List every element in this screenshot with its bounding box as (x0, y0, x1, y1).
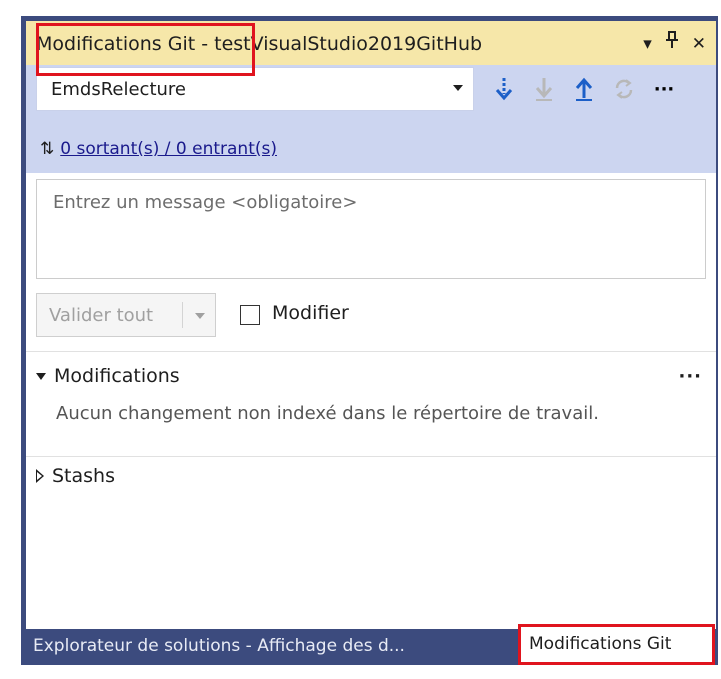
pull-icon[interactable] (530, 74, 558, 104)
section-divider (26, 456, 716, 457)
window-options-dropdown-icon[interactable]: ▾ (643, 32, 652, 56)
section-divider (26, 351, 716, 352)
stashes-section-header[interactable]: Stashs (36, 465, 115, 487)
sync-icon[interactable] (610, 74, 638, 104)
expand-triangle-icon (36, 469, 44, 483)
close-icon[interactable]: ✕ (692, 32, 706, 56)
split-divider (182, 302, 183, 328)
more-options-icon[interactable]: ··· (650, 74, 678, 104)
tool-window-title-bar: Modifications Git - testVisualStudio2019… (26, 21, 716, 65)
tab-git-changes[interactable]: Modifications Git (518, 624, 715, 665)
commit-options-dropdown-icon[interactable] (195, 313, 205, 319)
fetch-icon[interactable] (490, 74, 518, 104)
stashes-section-title: Stashs (52, 465, 115, 487)
commit-message-input[interactable]: Entrez un message <obligatoire> (36, 179, 706, 279)
commit-all-button[interactable]: Valider tout (36, 293, 216, 337)
amend-checkbox[interactable] (240, 305, 260, 325)
collapse-triangle-icon (36, 372, 46, 380)
changes-more-options-icon[interactable]: ··· (678, 366, 702, 387)
branch-selector[interactable]: EmdsRelecture (36, 67, 474, 111)
tab-solution-explorer[interactable]: Explorateur de solutions - Affichage des… (33, 636, 405, 656)
git-changes-panel: Modifications Git - testVisualStudio2019… (26, 21, 716, 629)
changes-section-header[interactable]: Modifications (36, 365, 180, 387)
no-changes-message: Aucun changement non indexé dans le répe… (56, 403, 599, 424)
commit-message-placeholder: Entrez un message <obligatoire> (53, 192, 358, 213)
tool-window-tabs: Explorateur de solutions - Affichage des… (21, 624, 718, 665)
git-toolbar: EmdsRelecture ··· ⇅ 0 sortant(s) / 0 ent… (26, 65, 716, 173)
tab-git-changes-label: Modifications Git (529, 634, 672, 654)
sync-arrows-icon: ⇅ (40, 139, 55, 159)
branch-name: EmdsRelecture (51, 79, 186, 100)
changes-section-title: Modifications (54, 365, 180, 387)
outgoing-incoming-link[interactable]: 0 sortant(s) / 0 entrant(s) (60, 139, 277, 159)
amend-label[interactable]: Modifier (272, 302, 349, 324)
push-icon[interactable] (570, 74, 598, 104)
sync-status: ⇅ 0 sortant(s) / 0 entrant(s) (40, 139, 277, 159)
chevron-down-icon (453, 85, 463, 91)
commit-all-label: Valider tout (49, 305, 154, 326)
pin-icon[interactable] (664, 30, 680, 57)
window-title: Modifications Git - testVisualStudio2019… (36, 33, 483, 55)
